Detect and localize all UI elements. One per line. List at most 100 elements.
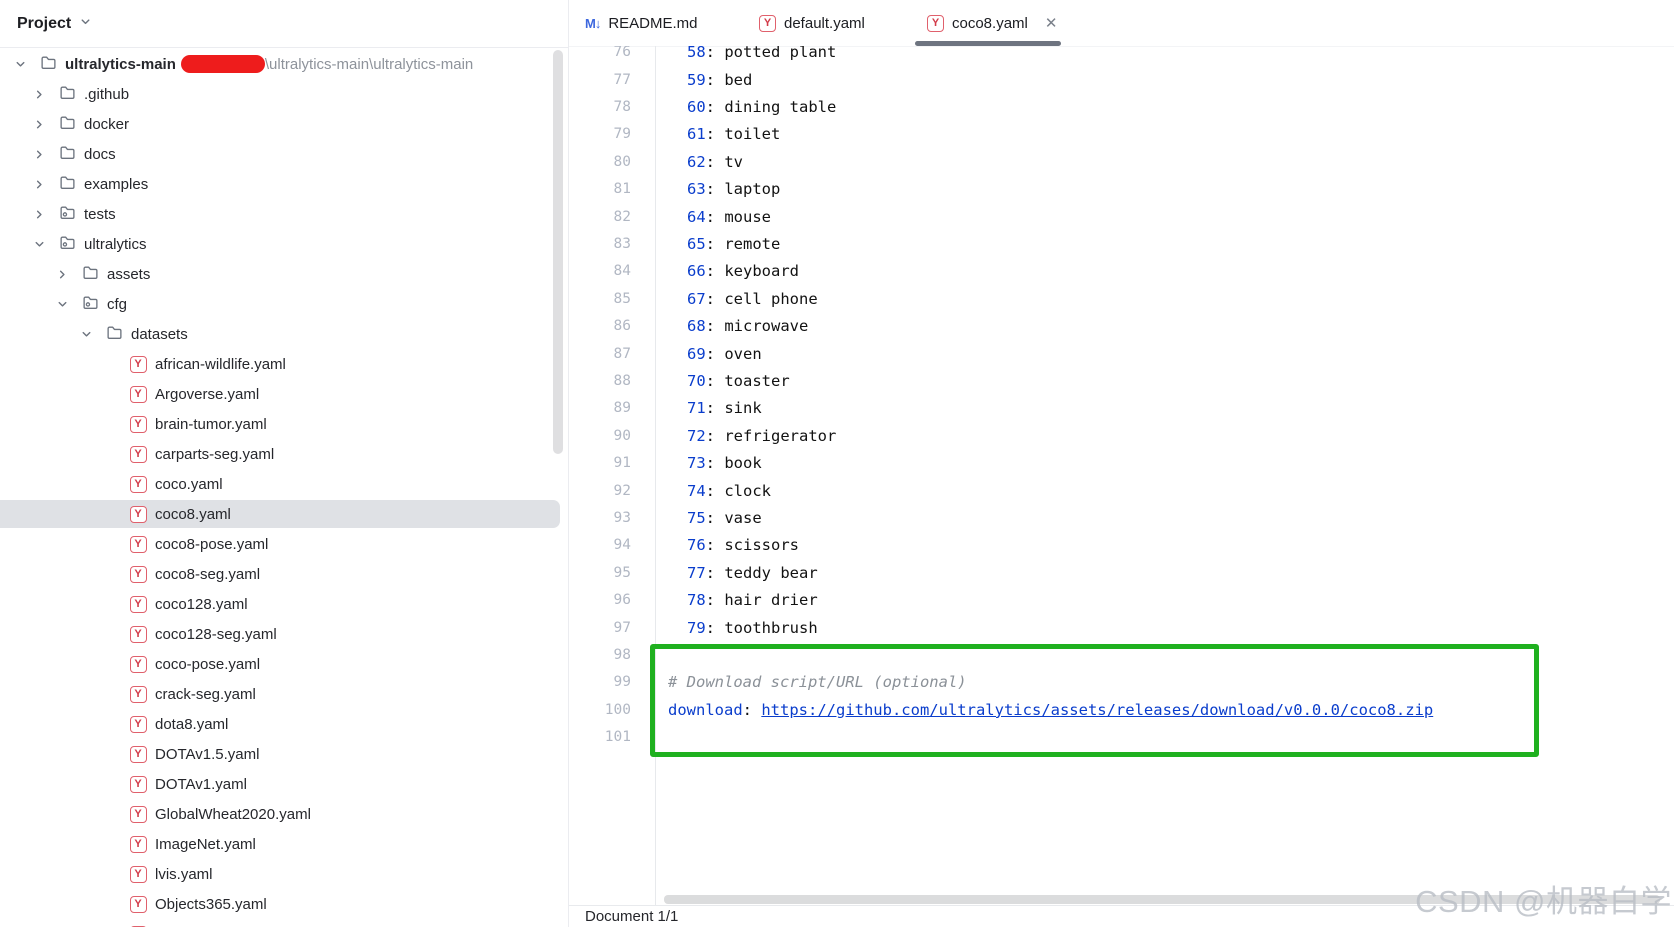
yaml-key: 78 [687, 591, 706, 610]
chevron-right-icon[interactable] [27, 87, 51, 102]
line-number: 84 [613, 263, 631, 280]
tab-readme[interactable]: M↓ README.md [585, 0, 698, 46]
tree-item-carparts-seg.yaml[interactable]: Ycarparts-seg.yaml [0, 439, 568, 469]
tree-item-docker[interactable]: docker [0, 109, 568, 139]
chevron-right-icon[interactable] [27, 177, 51, 192]
code-line-97: 79: toothbrush [687, 618, 818, 637]
yaml-file-icon: Y [129, 595, 147, 613]
editor-tab-bar: M↓ README.md Y default.yaml Y coco8.yaml… [569, 0, 1674, 47]
yaml-value: potted plant [724, 46, 837, 62]
tree-item-cfg[interactable]: cfg [0, 289, 568, 319]
yaml-value: remote [724, 235, 781, 254]
yaml-value: sink [724, 399, 762, 418]
yaml-file-icon: Y [129, 445, 147, 463]
yaml-value: mouse [724, 207, 772, 226]
tree-item-.github[interactable]: .github [0, 79, 568, 109]
code-line-82: 64: mouse [687, 207, 772, 226]
line-number: 86 [613, 318, 631, 335]
chevron-down-icon[interactable] [50, 297, 74, 312]
yaml-file-icon: Y [129, 805, 147, 823]
yaml-file-icon: Y [129, 535, 147, 553]
tree-item-brain-tumor.yaml[interactable]: Ybrain-tumor.yaml [0, 409, 568, 439]
tree-item-coco8-pose.yaml[interactable]: Ycoco8-pose.yaml [0, 529, 568, 559]
download-url-link[interactable]: https://github.com/ultralytics/assets/re… [761, 701, 1433, 719]
yaml-file-icon: Y [129, 415, 147, 433]
line-number: 91 [613, 455, 631, 472]
tree-item-GlobalWheat2020.yaml[interactable]: Y GlobalWheat2020.yaml [0, 799, 568, 829]
yaml-file-icon: Y [129, 745, 147, 763]
tree-item-crack-seg.yaml[interactable]: Ycrack-seg.yaml [0, 679, 568, 709]
yaml-value: dining table [724, 98, 837, 117]
tree-item-assets[interactable]: assets [0, 259, 568, 289]
folder-icon [40, 54, 57, 75]
tree-item-ultralytics[interactable]: ultralytics [0, 229, 568, 259]
tree-item-ImageNet.yaml[interactable]: Y ImageNet.yaml [0, 829, 568, 859]
tree-item-coco8-seg.yaml[interactable]: Ycoco8-seg.yaml [0, 559, 568, 589]
code-line-93: 75: vase [687, 508, 762, 527]
line-number: 88 [613, 373, 631, 389]
tree-item-Argoverse.yaml[interactable]: Y Argoverse.yaml [0, 379, 568, 409]
yaml-file-icon: Y [129, 715, 147, 733]
tree-item-coco-pose.yaml[interactable]: Ycoco-pose.yaml [0, 649, 568, 679]
yaml-value: microwave [724, 317, 809, 336]
chevron-down-icon[interactable] [8, 57, 32, 72]
line-number: 95 [613, 564, 631, 581]
yaml-value: toothbrush [724, 618, 818, 637]
tab-label: default.yaml [784, 14, 865, 32]
tree-item-tests[interactable]: tests [0, 199, 568, 229]
tree-item-african-wildlife.yaml[interactable]: Yafrican-wildlife.yaml [0, 349, 568, 379]
yaml-value: teddy bear [724, 563, 818, 582]
code-line-88: 70: toaster [687, 372, 790, 390]
yaml-file-icon: Y [129, 505, 147, 523]
yaml-file-icon: Y [129, 895, 147, 913]
tab-label: README.md [608, 14, 698, 32]
tree-item-coco8.yaml[interactable]: Ycoco8.yaml [0, 499, 568, 529]
yaml-key: 62 [687, 152, 706, 171]
yaml-value: refrigerator [724, 426, 837, 445]
tree-item-coco.yaml[interactable]: Ycoco.yaml [0, 469, 568, 499]
project-panel-title: Project [17, 14, 72, 32]
yaml-key: 64 [687, 207, 706, 226]
tree-item-DOTAv1.yaml[interactable]: Y DOTAv1.yaml [0, 769, 568, 799]
code-line-86: 68: microwave [687, 317, 809, 336]
line-number: 90 [613, 427, 631, 444]
tab-default-yaml[interactable]: Y default.yaml [759, 0, 865, 46]
yaml-value: keyboard [724, 262, 799, 281]
redacted-path-blob [180, 55, 265, 73]
yaml-key: 61 [687, 125, 706, 144]
tree-item-Objects365.yaml[interactable]: Y Objects365.yaml [0, 889, 568, 919]
code-line-90: 72: refrigerator [687, 426, 837, 445]
yaml-value: vase [724, 508, 762, 527]
yaml-key: 69 [687, 344, 706, 363]
chevron-down-icon[interactable] [27, 237, 51, 252]
tab-label: coco8.yaml [952, 14, 1028, 32]
yaml-file-icon: Y [927, 14, 944, 32]
yaml-key: 59 [687, 70, 706, 89]
tree-item-DOTAv1.5.yaml[interactable]: Y DOTAv1.5.yaml [0, 739, 568, 769]
chevron-right-icon[interactable] [27, 117, 51, 132]
tree-item-coco128-seg.yaml[interactable]: Ycoco128-seg.yaml [0, 619, 568, 649]
code-line-85: 67: cell phone [687, 289, 818, 308]
tree-item-partial[interactable]: Y [0, 919, 568, 927]
line-number: 92 [613, 482, 631, 499]
yaml-key: 77 [687, 563, 706, 582]
tree-item-docs[interactable]: docs [0, 139, 568, 169]
tree-item-coco128.yaml[interactable]: Ycoco128.yaml [0, 589, 568, 619]
tree-item-ultralytics-main[interactable]: ultralytics-main \ultralytics-main\ultral… [0, 49, 568, 79]
close-tab-icon[interactable]: ✕ [1045, 14, 1058, 32]
tree-item-lvis.yaml[interactable]: Ylvis.yaml [0, 859, 568, 889]
tree-vertical-scrollbar[interactable] [553, 50, 563, 454]
yaml-comment: # Download script/URL (optional) [668, 673, 967, 692]
chevron-right-icon[interactable] [27, 207, 51, 222]
chevron-down-icon[interactable] [74, 327, 98, 342]
tab-coco8-yaml[interactable]: Y coco8.yaml ✕ [927, 0, 1057, 46]
tree-item-datasets[interactable]: datasets [0, 319, 568, 349]
markdown-file-icon: M↓ [585, 15, 601, 31]
chevron-right-icon[interactable] [50, 267, 74, 282]
chevron-right-icon[interactable] [27, 147, 51, 162]
line-number: 96 [613, 592, 631, 609]
tree-item-examples[interactable]: examples [0, 169, 568, 199]
project-tool-window-header[interactable]: Project [0, 0, 568, 48]
editor-gutter: 76 77 78 79 80 81 82 83 84 85 86 87 88 89 90 91 92 93 94 95… [569, 46, 631, 905]
tree-item-dota8.yaml[interactable]: Ydota8.yaml [0, 709, 568, 739]
